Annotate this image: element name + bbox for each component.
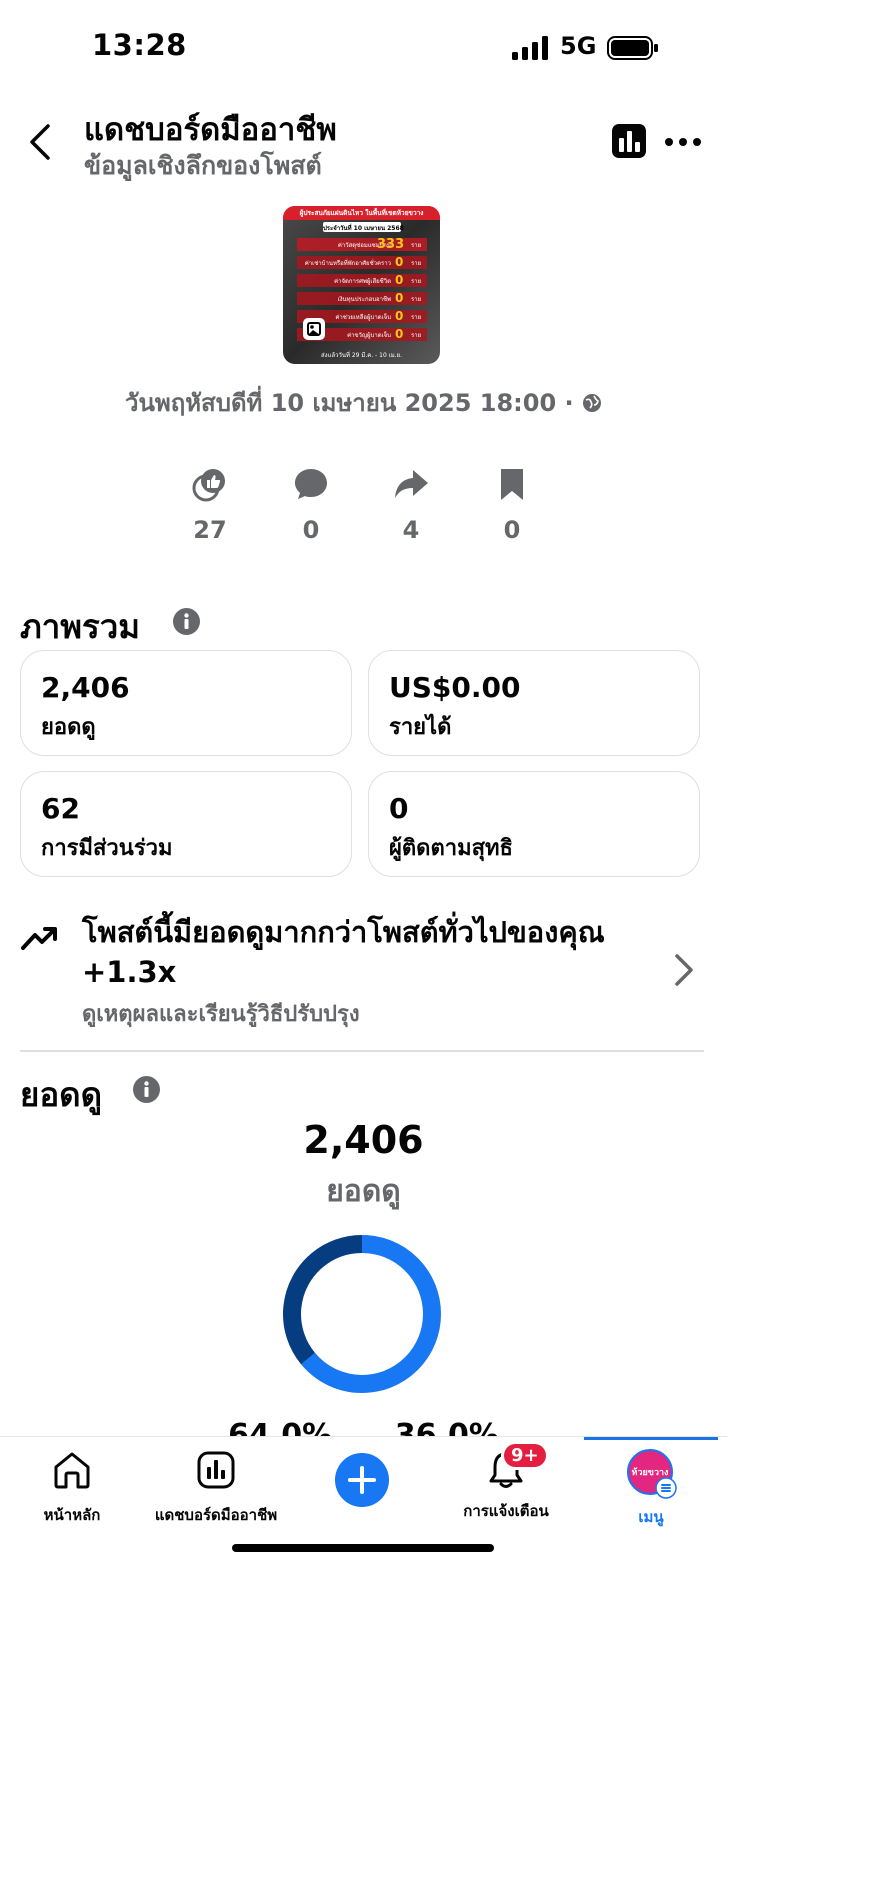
views-section-title: ยอดดู bbox=[20, 1075, 103, 1114]
trending-up-icon bbox=[21, 927, 57, 950]
earnings-value: US$0.00 bbox=[389, 671, 521, 704]
bar-chart-icon[interactable] bbox=[612, 124, 646, 158]
saves-count: 0 bbox=[503, 516, 521, 544]
bookmark-icon bbox=[501, 469, 523, 500]
battery-icon bbox=[607, 36, 658, 60]
shares-stat[interactable]: 4 bbox=[371, 466, 451, 544]
thumbnail-row-unit: ราย bbox=[411, 278, 422, 285]
views-total: 2,406 bbox=[303, 1118, 424, 1162]
back-arrow-icon[interactable] bbox=[26, 122, 54, 162]
post-date: วันพฤหัสบดีที่ 10 เมษายน 2025 18:00 · bbox=[0, 383, 727, 422]
home-indicator[interactable] bbox=[232, 1544, 494, 1552]
thumbnail-row-unit: ราย bbox=[411, 296, 422, 303]
active-tab-indicator bbox=[584, 1437, 718, 1440]
nav-create[interactable] bbox=[334, 1453, 390, 1511]
thumbnail-row-value: 0 bbox=[395, 327, 404, 341]
chevron-right-icon[interactable] bbox=[672, 952, 696, 988]
divider bbox=[20, 1050, 704, 1052]
page-subtitle: ข้อมูลเชิงลึกของโพสต์ bbox=[84, 151, 322, 180]
nav-notifications-label: การแจ้งเตือน bbox=[463, 1502, 549, 1520]
thumbnail-row-unit: ราย bbox=[411, 242, 422, 249]
thumbnail-row-value: 0 bbox=[395, 255, 404, 269]
thumbnail-row-unit: ราย bbox=[411, 314, 422, 321]
thumbnail-row-value: 0 bbox=[395, 309, 404, 323]
status-time: 13:28 bbox=[92, 28, 187, 62]
thumbnail-row-value: 0 bbox=[395, 273, 404, 287]
engagement-value: 62 bbox=[41, 792, 80, 825]
network-type: 5G bbox=[560, 32, 597, 60]
nav-home[interactable]: หน้าหลัก bbox=[32, 1449, 112, 1527]
thumbnail-row-label: ค่าขวัญผู้บาดเจ็บ bbox=[347, 332, 391, 339]
overview-title: ภาพรวม bbox=[20, 607, 141, 646]
nav-notifications[interactable]: 9+ การแจ้งเตือน bbox=[456, 1441, 556, 1523]
home-icon bbox=[54, 1452, 90, 1489]
engagement-card[interactable]: 62 การมีส่วนร่วม bbox=[20, 771, 352, 877]
net-followers-value: 0 bbox=[389, 792, 409, 825]
saves-stat[interactable]: 0 bbox=[472, 466, 552, 544]
engagement-label: การมีส่วนร่วม bbox=[41, 836, 173, 861]
share-icon bbox=[395, 470, 428, 498]
thumbnail-footer: ส่งแล้ววันที่ 29 มี.ค. - 10 เม.ย. bbox=[320, 352, 403, 359]
net-followers-card[interactable]: 0 ผู้ติดตามสุทธิ bbox=[368, 771, 700, 877]
reactions-stat[interactable]: 27 bbox=[170, 466, 250, 544]
thumbnail-row-label: เงินทุนประกอบอาชีพ bbox=[337, 296, 391, 303]
like-icon bbox=[192, 469, 225, 502]
donut-segment-b bbox=[283, 1234, 441, 1393]
cellular-signal-icon bbox=[512, 36, 548, 60]
more-options-icon[interactable] bbox=[664, 132, 702, 152]
earnings-label: รายได้ bbox=[389, 715, 452, 740]
views-total-label: ยอดดู bbox=[326, 1174, 401, 1209]
thumbnail-row-unit: ราย bbox=[411, 332, 422, 339]
nav-home-label: หน้าหลัก bbox=[43, 1506, 101, 1524]
nav-menu-label: เมนู bbox=[638, 1508, 664, 1526]
plus-icon bbox=[335, 1453, 389, 1507]
info-icon[interactable] bbox=[173, 608, 200, 635]
comment-icon bbox=[295, 469, 327, 499]
thumbnail-row-value: 333 bbox=[377, 237, 405, 252]
trend-insight-text[interactable]: โพสต์นี้มียอดดูมากกว่าโพสต์ทั่วไปของคุณ … bbox=[82, 912, 642, 992]
nav-professional-dashboard[interactable]: แดชบอร์ดมืออาชีพ bbox=[150, 1449, 282, 1527]
dashboard-icon bbox=[197, 1451, 235, 1489]
thumbnail-row-label: ค่าช่วยเหลือผู้บาดเจ็บ bbox=[335, 314, 391, 321]
earnings-card[interactable]: US$0.00 รายได้ bbox=[368, 650, 700, 756]
views-label: ยอดดู bbox=[41, 715, 96, 740]
menu-lines-icon bbox=[655, 1477, 677, 1499]
net-followers-label: ผู้ติดตามสุทธิ bbox=[389, 836, 513, 861]
notification-badge: 9+ bbox=[501, 1441, 549, 1470]
comments-count: 0 bbox=[302, 516, 320, 544]
thumbnail-row-value: 0 bbox=[395, 291, 404, 305]
comments-stat[interactable]: 0 bbox=[271, 466, 351, 544]
thumbnail-row-unit: ราย bbox=[411, 260, 422, 267]
views-value: 2,406 bbox=[41, 671, 130, 704]
info-icon[interactable] bbox=[133, 1076, 160, 1103]
thumbnail-row-label: ค่าเช่าบ้านหรือที่พักอาศัยชั่วคราว bbox=[304, 260, 391, 267]
views-donut-chart bbox=[283, 1234, 441, 1393]
views-card[interactable]: 2,406 ยอดดู bbox=[20, 650, 352, 756]
reactions-count: 27 bbox=[193, 516, 227, 544]
shares-count: 4 bbox=[402, 516, 420, 544]
trend-insight-link[interactable]: ดูเหตุผลและเรียนรู้วิธีปรับปรุง bbox=[82, 996, 360, 1031]
post-thumbnail[interactable]: ผู้ประสบภัยแผ่นดินไหว ในพื้นที่เขตห้วยขว… bbox=[283, 206, 440, 364]
thumbnail-row-label: ค่าจัดการศพผู้เสียชีวิต bbox=[334, 278, 391, 285]
thumbnail-headline: ผู้ประสบภัยแผ่นดินไหว ในพื้นที่เขตห้วยขว… bbox=[299, 209, 424, 217]
nav-menu[interactable]: ห้วยขวาง เมนู bbox=[616, 1449, 686, 1529]
thumbnail-date: ประจำวันที่ 10 เมษายน 2568 bbox=[323, 225, 404, 232]
nav-dashboard-label: แดชบอร์ดมืออาชีพ bbox=[154, 1506, 278, 1524]
avatar: ห้วยขวาง bbox=[627, 1449, 677, 1499]
globe-icon bbox=[582, 394, 601, 412]
